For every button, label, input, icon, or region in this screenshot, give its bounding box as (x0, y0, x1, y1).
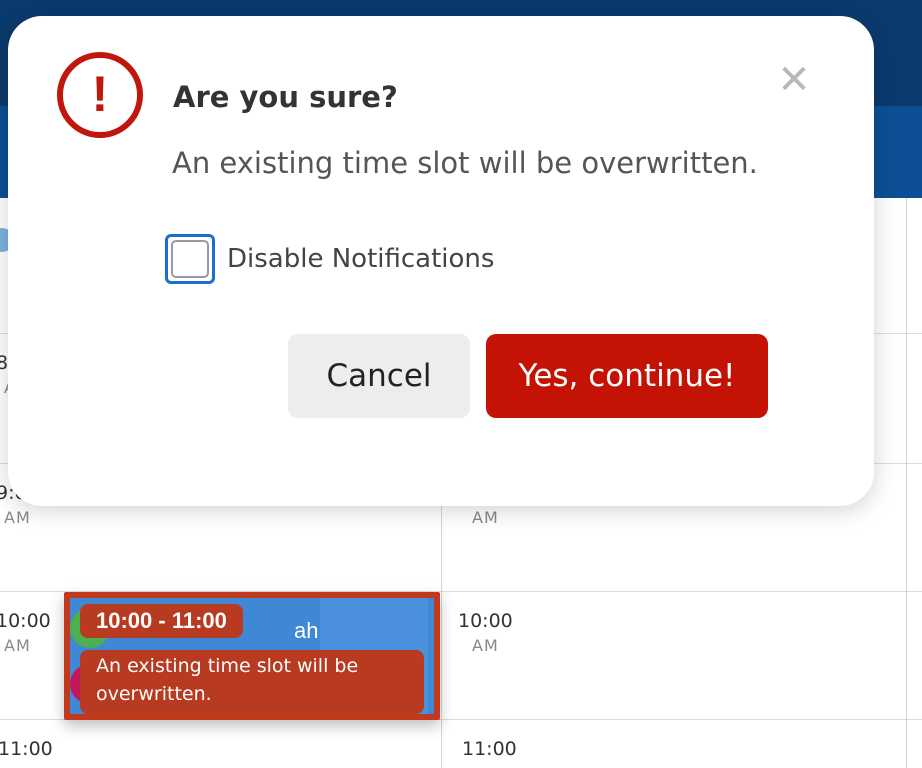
close-icon[interactable]: ✕ (772, 58, 816, 102)
confirm-button[interactable]: Yes, continue! (486, 334, 768, 418)
checkbox-inner (171, 240, 209, 278)
ampm-label: AM (4, 636, 31, 655)
ampm-label: AM (472, 508, 499, 527)
cancel-button[interactable]: Cancel (288, 334, 470, 418)
time-label: 8 (0, 352, 9, 374)
ampm-label: AM (4, 508, 31, 527)
event-attendee-name: ah (294, 618, 319, 643)
ampm-label: AM (472, 636, 499, 655)
time-label: 10:00 (0, 610, 51, 632)
disable-notifications-label[interactable]: Disable Notifications (227, 244, 494, 274)
calendar-event[interactable]: ah 10:00 - 11:00 An existing time slot w… (64, 592, 440, 720)
event-overwrite-warning: An existing time slot will be overwritte… (80, 650, 424, 714)
dialog-message: An existing time slot will be overwritte… (172, 146, 758, 180)
confirm-dialog: ! Are you sure? ✕ An existing time slot … (8, 16, 874, 506)
time-label: 10:00 (458, 610, 513, 632)
column-divider (906, 198, 907, 768)
time-label: 11:00 (0, 738, 53, 760)
disable-notifications-checkbox[interactable] (165, 234, 215, 284)
exclamation-circle-icon: ! (57, 52, 143, 138)
disable-notifications-option[interactable]: Disable Notifications (165, 232, 494, 286)
event-time-range: 10:00 - 11:00 (80, 604, 243, 638)
dialog-title: Are you sure? (173, 80, 398, 114)
time-label: 11:00 (462, 738, 517, 760)
